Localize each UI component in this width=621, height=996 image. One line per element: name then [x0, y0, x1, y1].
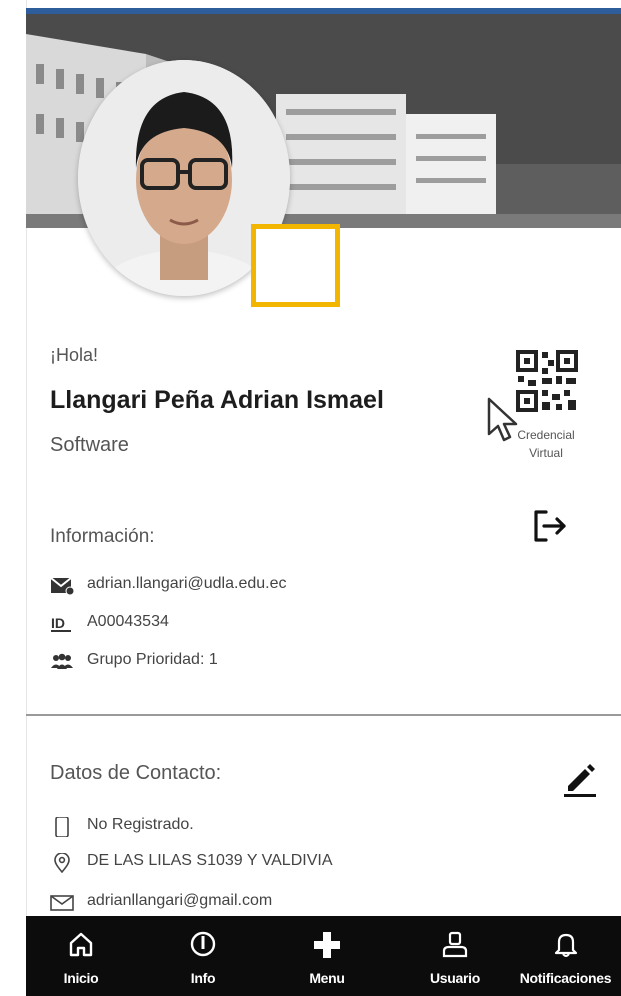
id-badge-icon: ID [51, 615, 71, 632]
envelope-icon [50, 895, 74, 911]
personal-email: adrianllangari@gmail.com [87, 892, 273, 909]
location-pin-icon [54, 853, 70, 873]
mouse-pointer-icon [487, 397, 518, 442]
qr-code-icon [516, 350, 578, 412]
nav-item-menu[interactable]: Menu [266, 916, 388, 996]
plus-icon [314, 932, 340, 958]
user-icon [442, 931, 468, 958]
student-id: A00043534 [87, 613, 169, 630]
phone-value: No Registrado. [87, 816, 194, 833]
group-icon [51, 653, 73, 669]
nav-item-inicio[interactable]: Inicio [26, 916, 136, 996]
nav-label-usuario: Usuario [429, 970, 481, 986]
highlight-annotation-box [251, 224, 340, 307]
logout-icon[interactable] [530, 506, 570, 546]
contact-section-heading: Datos de Contacto: [50, 762, 222, 784]
phone-icon [55, 817, 69, 837]
priority-group: Grupo Prioridad: 1 [87, 651, 218, 668]
nav-label-menu: Menu [309, 970, 345, 986]
nav-label-info: Info [190, 970, 216, 986]
section-divider [26, 714, 621, 716]
mail-icon [50, 577, 74, 596]
edit-pencil-icon[interactable] [560, 758, 600, 798]
nav-item-info[interactable]: Info [144, 916, 262, 996]
home-icon [69, 932, 93, 957]
nav-item-notificaciones[interactable]: Notificaciones [508, 916, 621, 996]
profile-screen: ¡Hola! Llangari Peña Adrian Ismael Softw… [0, 0, 621, 996]
svg-text:ID: ID [51, 615, 65, 631]
student-full-name: Llangari Peña Adrian Ismael [50, 386, 384, 414]
nav-item-usuario[interactable]: Usuario [396, 916, 514, 996]
info-section-heading: Información: [50, 526, 155, 547]
address-value: DE LAS LILAS S1039 Y VALDIVIA [87, 852, 333, 869]
bottom-navigation-bar: Inicio Info Menu Usuario Notificaciones [26, 916, 621, 996]
nav-label-notificaciones: Notificaciones [519, 970, 612, 986]
bell-icon [554, 933, 577, 957]
left-gutter [0, 0, 27, 996]
credential-label-line2: Virtual [529, 446, 563, 460]
nav-label-inicio: Inicio [63, 970, 99, 986]
info-icon [190, 931, 216, 957]
career-text: Software [50, 434, 129, 456]
institutional-email: adrian.llangari@udla.edu.ec [87, 575, 287, 592]
greeting-text: ¡Hola! [50, 345, 99, 365]
